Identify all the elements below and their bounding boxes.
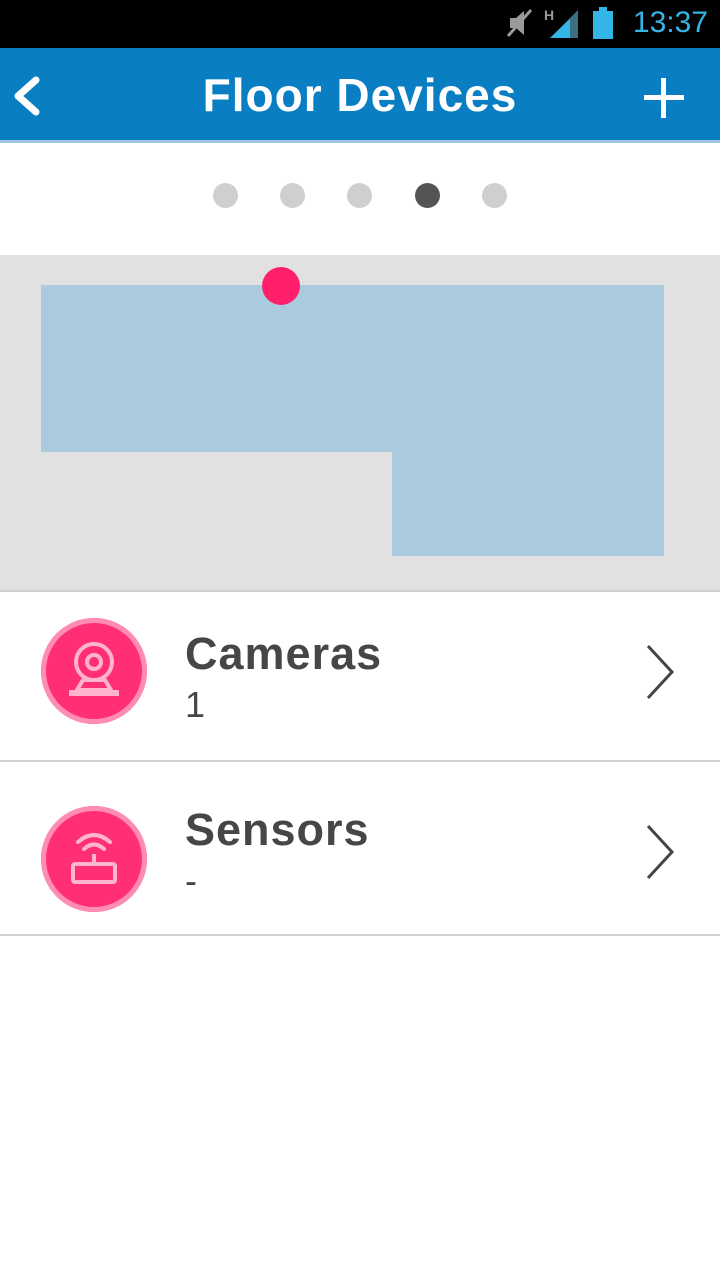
row-title: Sensors [185,804,370,855]
status-bar: H 13:37 [0,0,720,48]
divider [0,934,720,936]
app-bar: Floor Devices [0,48,720,142]
page-dot[interactable] [347,183,372,208]
row-count: - [185,860,197,901]
page-dot[interactable] [213,183,238,208]
page-dot[interactable] [482,183,507,208]
page-indicator [0,183,720,209]
device-marker[interactable] [262,267,300,305]
mute-icon [506,9,533,37]
chevron-right-icon [646,824,675,880]
page-title: Floor Devices [202,69,518,121]
list-item-sensors[interactable]: Sensors - [0,762,720,932]
page-dot[interactable] [280,183,305,208]
camera-icon-badge [41,618,147,724]
plus-icon [644,78,684,118]
status-time: 13:37 [632,6,708,39]
camera-icon [69,642,119,696]
list-item-cameras[interactable]: Cameras 1 [0,592,720,762]
signal-h-icon: H [544,7,578,38]
battery-icon [593,7,613,39]
floor-map[interactable] [0,255,720,590]
router-sensor-icon [71,833,117,884]
row-title: Cameras [185,628,383,679]
floor-plan-shape [41,285,664,556]
svg-text:H: H [544,7,554,23]
page-dot-active[interactable] [415,183,440,208]
app-bar-divider [0,140,720,143]
chevron-right-icon [646,644,675,700]
add-button[interactable] [642,76,686,120]
row-count: 1 [185,684,206,725]
sensor-icon-badge [41,806,147,912]
